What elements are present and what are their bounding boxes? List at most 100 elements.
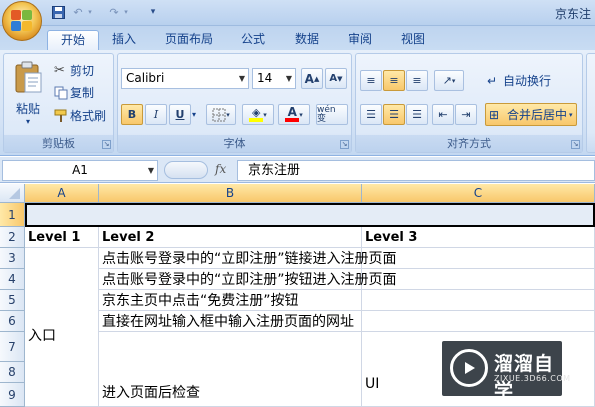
decrease-indent-icon[interactable]: ⇤	[432, 104, 454, 125]
row-header-1[interactable]: 1	[0, 203, 25, 227]
phonetic-button[interactable]: wén 变	[316, 104, 348, 125]
redo-dropdown-icon[interactable]: ▾	[118, 4, 134, 20]
borders-icon	[212, 108, 226, 121]
align-middle-icon[interactable]: ≡	[383, 70, 405, 91]
merge-center-label: 合并后居中	[507, 108, 568, 122]
formula-bar-grip-icon[interactable]	[164, 161, 208, 179]
cell-a2[interactable]: Level 1	[25, 227, 99, 248]
cell-c5[interactable]	[362, 290, 595, 311]
phonetic-label: wén 变	[317, 104, 336, 124]
align-bottom-icon[interactable]: ≡	[406, 70, 428, 91]
cell-c6[interactable]	[362, 311, 595, 332]
row-header-7[interactable]: 7	[0, 332, 25, 362]
formula-input[interactable]: 京东注册	[237, 160, 595, 181]
row-header-4[interactable]: 4	[0, 269, 25, 290]
merge-center-button[interactable]: ⊞ 合并后居中 ▾	[485, 103, 577, 126]
column-header-c[interactable]: C	[362, 184, 595, 203]
tab-insert[interactable]: 插入	[104, 30, 144, 50]
insert-function-icon[interactable]: fx	[215, 162, 226, 176]
paste-button[interactable]: 粘贴 ▾	[10, 60, 46, 126]
name-box-value: A1	[72, 163, 88, 177]
cell-b6[interactable]: 直接在网址输入框中输入注册页面的网址	[99, 311, 362, 332]
tab-view[interactable]: 视图	[393, 30, 433, 50]
row-header-2[interactable]: 2	[0, 227, 25, 248]
align-right-icon[interactable]: ☰	[406, 104, 428, 125]
tab-review[interactable]: 审阅	[340, 30, 380, 50]
row-header-9[interactable]: 9	[0, 383, 25, 407]
cut-button[interactable]: ✂ 剪切	[54, 62, 94, 79]
ui-label: UI	[365, 376, 380, 392]
wrap-text-icon: ↵	[487, 73, 498, 88]
tab-page-layout[interactable]: 页面布局	[158, 30, 220, 50]
watermark-url: ZIXUE.3D66.COM	[494, 374, 571, 383]
font-color-button[interactable]: A ▾	[278, 104, 310, 125]
font-group: Calibri ▼ 14 ▼ A ▲ A ▼ B I U ▾ ▾ ◈ ▾ A ▾ wén…	[117, 53, 352, 153]
wrap-text-button[interactable]: ↵ 自动换行	[487, 72, 551, 89]
watermark: 溜溜自学 ZIXUE.3D66.COM	[442, 341, 570, 402]
underline-dropdown-icon[interactable]: ▾	[192, 110, 196, 119]
cell-b4[interactable]: 点击账号登录中的“立即注册”按钮进入注册页面	[99, 269, 397, 290]
office-logo-icon	[11, 10, 33, 32]
copy-button[interactable]: 复制	[54, 84, 94, 101]
entry-label: 入口	[28, 328, 56, 344]
grow-font-icon[interactable]: A ▲	[301, 68, 323, 89]
play-logo-icon	[450, 349, 488, 387]
row-header-3[interactable]: 3	[0, 248, 25, 269]
brush-icon	[54, 109, 67, 122]
increase-indent-icon[interactable]: ⇥	[455, 104, 477, 125]
cell-c4[interactable]	[362, 269, 595, 290]
bold-button[interactable]: B	[121, 104, 143, 125]
column-header-a[interactable]: A	[25, 184, 99, 203]
alignment-launcher-icon[interactable]: ↘	[571, 140, 580, 149]
window-title: 京东注	[554, 7, 591, 21]
select-all-icon	[9, 188, 20, 199]
cell-b7-check[interactable]: 进入页面后检查	[99, 332, 362, 407]
clipboard-launcher-icon[interactable]: ↘	[102, 140, 111, 149]
row-header-5[interactable]: 5	[0, 290, 25, 311]
align-left-icon[interactable]: ☰	[360, 104, 382, 125]
tab-data[interactable]: 数据	[287, 30, 327, 50]
column-header-b[interactable]: B	[99, 184, 362, 203]
save-icon[interactable]	[50, 4, 66, 20]
cell-a3-entry[interactable]: 入口	[25, 248, 99, 407]
fill-color-button[interactable]: ◈ ▾	[242, 104, 274, 125]
font-launcher-icon[interactable]: ↘	[340, 140, 349, 149]
select-all-corner[interactable]	[0, 184, 25, 203]
clipboard-group-title: 剪贴板	[4, 135, 113, 152]
font-group-title: 字体	[118, 135, 351, 152]
office-button[interactable]	[2, 1, 42, 41]
paste-icon	[15, 61, 42, 93]
orientation-icon[interactable]: ↗ ▾	[434, 70, 464, 91]
align-center-icon[interactable]: ☰	[383, 104, 405, 125]
cell-b5[interactable]: 京东主页中点击“免费注册”按钮	[99, 290, 362, 311]
copy-label: 复制	[70, 86, 95, 100]
tab-home[interactable]: 开始	[47, 30, 99, 50]
font-name-combo[interactable]: Calibri ▼	[121, 68, 249, 89]
tab-formulas[interactable]: 公式	[233, 30, 273, 50]
underline-button[interactable]: U	[169, 104, 191, 125]
font-size-value: 14	[257, 71, 273, 85]
font-size-combo[interactable]: 14 ▼	[252, 68, 296, 89]
customize-qat-icon[interactable]: ▾	[145, 4, 161, 20]
copy-icon	[54, 86, 68, 99]
row-header-6[interactable]: 6	[0, 311, 25, 332]
format-painter-label: 格式刷	[70, 109, 107, 123]
wrap-text-label: 自动换行	[503, 74, 552, 88]
borders-button[interactable]: ▾	[206, 104, 236, 125]
align-top-icon[interactable]: ≡	[360, 70, 382, 91]
fill-bucket-icon: ◈	[249, 107, 264, 122]
undo-dropdown-icon[interactable]: ▾	[82, 4, 98, 20]
title-bar: ↶ ▾ ↷ ▾ ▾ 京东注	[0, 0, 595, 26]
italic-button[interactable]: I	[145, 104, 167, 125]
cell-c3[interactable]	[362, 248, 595, 269]
cell-b3[interactable]: 点击账号登录中的“立即注册”链接进入注册页面	[99, 248, 397, 269]
row-header-8[interactable]: 8	[0, 362, 25, 383]
format-painter-button[interactable]: 格式刷	[54, 107, 106, 124]
name-box[interactable]: A1 ▼	[2, 160, 158, 181]
ribbon: 粘贴 ▾ ✂ 剪切 复制 格式刷 剪贴板 ↘ Calibri ▼ 14 ▼ A ▲…	[0, 50, 595, 156]
shrink-font-icon[interactable]: A ▼	[325, 68, 347, 89]
merged-title-cell[interactable]	[25, 203, 595, 227]
cell-b2[interactable]: Level 2	[99, 227, 362, 248]
cell-c2[interactable]: Level 3	[362, 227, 595, 248]
alignment-group-title: 对齐方式	[356, 135, 582, 152]
